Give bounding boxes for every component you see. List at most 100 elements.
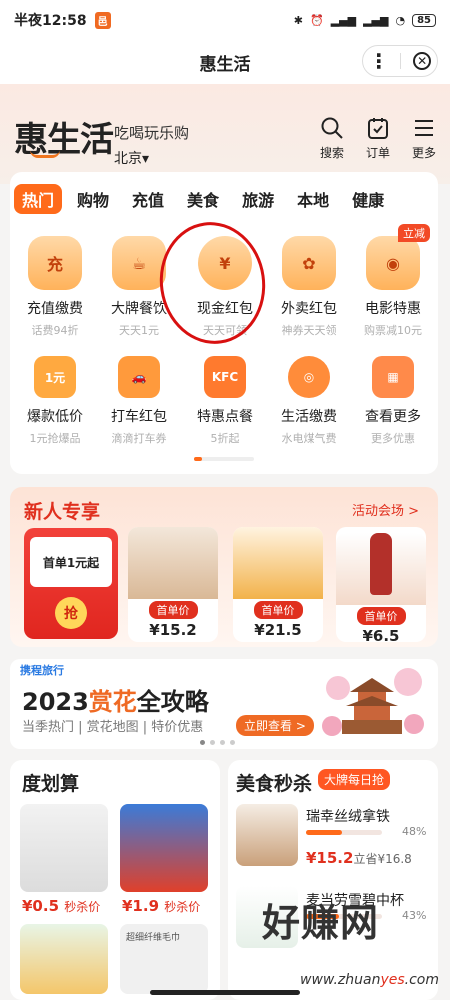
grid-sub: 1元抢爆品 xyxy=(29,432,81,445)
tab-travel[interactable]: 旅游 xyxy=(242,187,274,211)
one-yuan-icon: 1元 xyxy=(34,356,76,398)
brand-slogan: 吃喝玩乐购 xyxy=(114,124,190,142)
product-card-latte[interactable]: 首单价 ¥15.2 xyxy=(128,527,218,642)
utilities-icon: ◎ xyxy=(288,356,330,398)
search-label: 搜索 xyxy=(319,146,344,160)
product-card-burger[interactable]: 首单价 ¥21.5 xyxy=(233,527,323,642)
tab-local[interactable]: 本地 xyxy=(297,187,329,211)
pagoda-illustration xyxy=(322,668,424,736)
product-price: ¥6.5 xyxy=(362,627,400,645)
search-icon xyxy=(321,117,343,139)
tab-shopping[interactable]: 购物 xyxy=(77,187,109,211)
first-order-badge: 首单价 xyxy=(356,607,406,625)
banner-title: 2023赏花全攻略 xyxy=(22,682,209,717)
grid-item-order-food[interactable]: KFC 特惠点餐 5折起 xyxy=(184,356,266,446)
product-card-soy-sauce[interactable]: 首单价 ¥6.5 xyxy=(336,527,426,645)
film-reel-icon: ◉ xyxy=(366,236,420,290)
pens-product-image[interactable] xyxy=(20,804,108,892)
flash-progress-pct: 43% xyxy=(402,909,427,922)
grid-label: 查看更多 xyxy=(365,409,421,425)
grid-label: 打车红包 xyxy=(111,409,167,425)
view-now-button[interactable]: 立即查看 > xyxy=(236,715,314,736)
more-label: 更多 xyxy=(411,146,436,160)
capsule-divider xyxy=(400,53,402,69)
home-indicator[interactable] xyxy=(150,990,300,995)
grid-page-indicator-active xyxy=(194,457,202,461)
grid-sub: 话费94折 xyxy=(31,324,79,337)
status-badge: 邑 xyxy=(94,11,111,29)
status-bar: 半夜12:58 邑 ✱ ⏰ ▂▄▆ ▂▄▆ ◔ 85 xyxy=(0,0,450,40)
grid-label: 外卖红包 xyxy=(281,301,337,317)
site-watermark-url: www.zhuanyes.com xyxy=(300,972,439,988)
page-title: 惠生活 xyxy=(199,54,251,75)
watermark-url-post: .com xyxy=(404,972,440,988)
grid-sub: 滴滴打车券 xyxy=(111,432,167,445)
grid-sub: 神券天天领 xyxy=(281,324,337,337)
grid-item-movie[interactable]: ◉ 电影特惠 购票减10元 xyxy=(352,236,434,338)
city-selector[interactable]: 北京▾ xyxy=(114,148,149,168)
more-button[interactable]: 更多 xyxy=(406,116,442,161)
search-button[interactable]: 搜索 xyxy=(314,116,350,161)
category-tabs: 热门 购物 充值 美食 旅游 本地 健康 xyxy=(14,184,407,214)
menu-icon xyxy=(415,120,433,136)
battery-icon: 85 xyxy=(412,13,436,27)
discount-badge: 立减 xyxy=(398,224,430,242)
grid-item-utilities[interactable]: ◎ 生活缴费 水电煤气费 xyxy=(268,356,350,446)
deal-title: 度划算 xyxy=(22,773,80,795)
grid-sub: 水电煤气费 xyxy=(281,432,337,445)
burger-meal-image xyxy=(233,527,323,599)
alarm-icon: ⏰ xyxy=(309,13,324,27)
flash-item-name[interactable]: 瑞幸丝绒拿铁 xyxy=(306,806,390,826)
flash-progress-fill xyxy=(306,830,343,835)
banner-title-highlight: 赏花 xyxy=(88,688,137,716)
status-time: 半夜12:58 xyxy=(14,13,87,29)
tissue-product-image[interactable] xyxy=(20,924,108,994)
close-icon[interactable]: ✕ xyxy=(413,52,432,70)
grid-sub: 5折起 xyxy=(210,432,240,445)
bunny-icon: ✿ xyxy=(282,236,336,290)
grab-button[interactable]: 抢 xyxy=(55,597,87,629)
grid-item-recharge[interactable]: 充 充值缴费 话费94折 xyxy=(14,236,96,338)
latte-flash-image[interactable] xyxy=(236,804,298,866)
watermark-url-pre: www.zhuan xyxy=(300,972,381,988)
deal-price-1: ¥0.5 秒杀价 xyxy=(22,897,100,915)
product-price: ¥15.2 xyxy=(149,621,197,639)
towel-product-image[interactable]: 超细纤维毛巾 xyxy=(120,924,208,994)
site-watermark: 好赚网 xyxy=(262,901,380,945)
grid-item-takeout-redpacket[interactable]: ✿ 外卖红包 神券天天领 xyxy=(268,236,350,338)
order-button[interactable]: 订单 xyxy=(360,116,396,161)
tab-food[interactable]: 美食 xyxy=(187,187,219,211)
recharge-icon: 充 xyxy=(28,236,82,290)
flash-progress-pct: 48% xyxy=(402,825,427,838)
carousel-dot xyxy=(220,740,225,745)
bottle-shape xyxy=(370,533,392,595)
order-icon xyxy=(368,118,388,139)
activity-venue-link[interactable]: 活动会场 > xyxy=(352,500,419,519)
product-price: ¥21.5 xyxy=(254,621,302,639)
tab-hot[interactable]: 热门 xyxy=(14,184,63,214)
coffee-icon: ☕ xyxy=(112,236,166,290)
first-order-badge: 首单价 xyxy=(253,601,303,619)
flash-saving: 立省¥16.8 xyxy=(353,852,412,866)
grid-item-see-more[interactable]: ▦ 查看更多 更多优惠 xyxy=(352,356,434,446)
grid-label: 生活缴费 xyxy=(281,409,337,425)
more-dots-icon[interactable]: ⋮ xyxy=(369,51,389,71)
bluetooth-icon: ✱ xyxy=(293,13,303,27)
flash-price-value: ¥15.2 xyxy=(306,849,354,867)
grid-item-taxi[interactable]: 🚗 打车红包 滴滴打车券 xyxy=(98,356,180,446)
grid-sub: 购票减10元 xyxy=(364,324,422,337)
price-value: ¥0.5 xyxy=(22,897,60,915)
grid-sub: 天天1元 xyxy=(119,324,159,337)
food-flash-title: 美食秒杀 xyxy=(236,773,313,795)
mini-program-capsule: ⋮ ✕ xyxy=(362,45,438,77)
price-tag: 秒杀价 xyxy=(164,900,201,914)
first-order-badge: 首单价 xyxy=(148,601,198,619)
flash-price: ¥15.2立省¥16.8 xyxy=(306,849,412,867)
grid-sub: 更多优惠 xyxy=(371,432,415,445)
banner-carousel-dots xyxy=(200,740,235,745)
snack-product-image[interactable] xyxy=(120,804,208,892)
grid-item-low-price[interactable]: 1元 爆款低价 1元抢爆品 xyxy=(14,356,96,446)
tab-recharge[interactable]: 充值 xyxy=(132,187,164,211)
tab-health[interactable]: 健康 xyxy=(352,187,384,211)
carousel-dot xyxy=(210,740,215,745)
